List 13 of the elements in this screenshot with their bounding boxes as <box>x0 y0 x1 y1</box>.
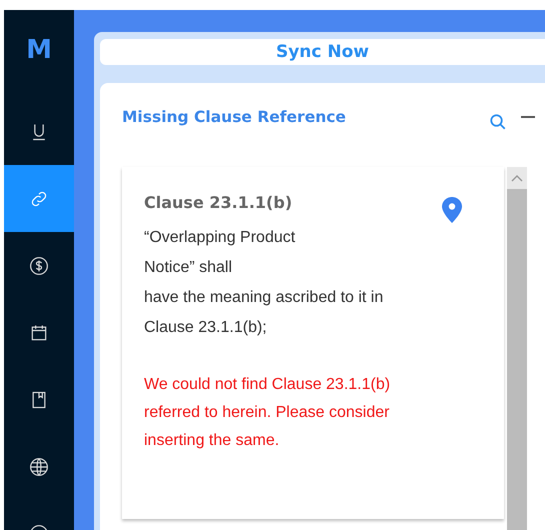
location-pin-icon[interactable] <box>442 197 462 223</box>
calendar-icon <box>29 322 49 342</box>
clause-heading: Clause 23.1.1(b) <box>144 193 292 212</box>
dollar-icon <box>29 256 49 276</box>
minimize-icon[interactable] <box>521 115 535 119</box>
search-icon[interactable] <box>489 113 507 131</box>
scroll-up-icon[interactable] <box>511 174 523 182</box>
app-logo: M <box>25 34 53 67</box>
sync-button[interactable]: Sync Now <box>100 39 545 65</box>
panel-title: Missing Clause Reference <box>122 108 347 126</box>
warning-message: We could not find Clause 23.1.1(b) referred to herein. Please consider inserting the same. <box>144 375 392 451</box>
clause-text: “Overlapping Product Notice” shall have the meaning ascribed to it in Clause 23.1.1(b); <box>144 228 384 338</box>
globe-icon <box>29 456 49 476</box>
